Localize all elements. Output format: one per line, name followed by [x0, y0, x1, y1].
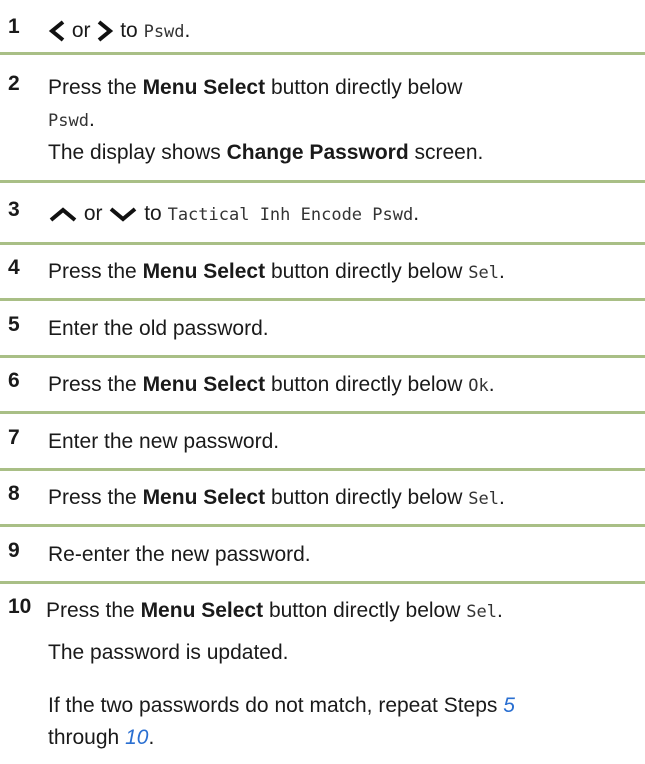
separator	[0, 52, 645, 55]
step-number: 3	[8, 198, 20, 221]
step-5-link[interactable]: 5	[503, 694, 515, 717]
step-text: Enter the new password.	[48, 430, 280, 453]
step-10-link[interactable]: 10	[125, 726, 148, 749]
step-number: 8	[8, 482, 20, 505]
separator	[0, 180, 645, 183]
step-text: Press the Menu Select button directly be…	[48, 260, 505, 283]
step-number: 7	[8, 426, 20, 449]
separator	[0, 468, 645, 471]
chevron-right-icon	[98, 20, 114, 43]
step-text: Press the Menu Select button directly be…	[48, 373, 495, 396]
separator	[0, 298, 645, 301]
separator	[0, 581, 645, 584]
step-text: Press the Menu Select button directly be…	[46, 599, 503, 622]
separator	[0, 524, 645, 527]
step-number: 5	[8, 313, 20, 336]
step-text: or to Pswd.	[48, 15, 190, 48]
step-text: Re-enter the new password.	[48, 543, 311, 566]
chevron-up-icon	[49, 207, 77, 222]
separator	[0, 355, 645, 358]
separator	[0, 242, 645, 245]
step-number: 1	[8, 15, 20, 38]
chevron-left-icon	[48, 20, 65, 43]
step-text: Press the Menu Select button directly be…	[48, 76, 484, 164]
step-number: 6	[8, 369, 20, 392]
result-text: The password is updated.	[48, 641, 289, 664]
step-text: Press the Menu Select button directly be…	[48, 486, 505, 509]
step-number: 4	[8, 256, 20, 279]
step-text: Enter the old password.	[48, 317, 269, 340]
mismatch-note: If the two passwords do not match, repea…	[48, 694, 515, 749]
step-number: 10	[8, 595, 32, 618]
separator	[0, 411, 645, 414]
chevron-down-icon	[110, 207, 137, 223]
step-number: 9	[8, 539, 20, 562]
step-number: 2	[8, 72, 20, 95]
step-text: or to Tactical Inh Encode Pswd.	[48, 198, 419, 231]
